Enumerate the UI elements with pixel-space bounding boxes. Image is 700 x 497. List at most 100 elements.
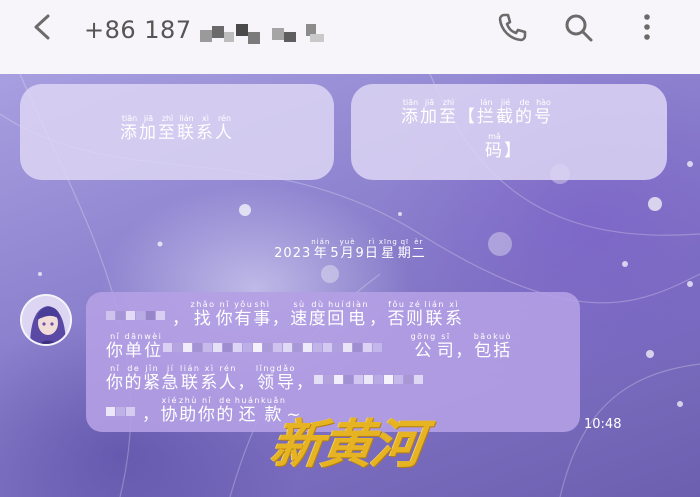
message-pinyin: fǒu [387, 300, 407, 309]
message-pinyin: wèi [144, 332, 163, 341]
message-char: 人rén [218, 364, 238, 393]
add-blocked-char: 至zhì [439, 98, 458, 127]
message-timestamp: 10:48 [584, 417, 622, 432]
message-pinyin: zé [406, 300, 425, 309]
redacted-number-mosaic [200, 22, 340, 46]
message-pinyin: shì [253, 300, 272, 309]
message-line-4: ，协xié助zhù你nǐ的de还huán款kuǎn~ [106, 396, 302, 425]
date-pinyin: nián [311, 238, 331, 246]
message-char: 有yǒu [234, 300, 254, 329]
message-char: 回huí [327, 300, 346, 329]
message-pinyin: diàn [345, 300, 370, 309]
message-char: ， [455, 341, 474, 361]
sender-avatar[interactable] [20, 294, 72, 346]
message-pinyin: dān [124, 332, 145, 341]
message-char: 的de [216, 396, 235, 425]
message-pinyin: nǐ [197, 396, 217, 405]
add-blocked-char: 】 [504, 141, 523, 161]
back-arrow-icon[interactable] [26, 10, 60, 44]
message-pinyin: lián [180, 364, 201, 373]
add-contact-pinyin: xì [196, 114, 215, 123]
search-icon[interactable] [561, 10, 595, 44]
message-char: 紧jǐn [143, 364, 162, 393]
more-vertical-icon[interactable] [630, 10, 664, 44]
add-blocked-char: 【 [458, 107, 477, 127]
add-blocked-char: 添tiān [401, 98, 420, 127]
add-contact-char: 联lián [177, 114, 196, 143]
message-line-1: ，找zhǎo你nǐ有yǒu事shì，速sù度dù回huí电diàn，否fǒu则z… [106, 300, 463, 329]
phone-number: +86 187 [84, 16, 192, 44]
date-separator: 2023年nián5月yuè9日rì星xīng期qī二èr [0, 238, 700, 261]
message-char: ， [172, 309, 191, 329]
redacted-text [106, 406, 142, 425]
add-blocked-char: 加jiā [420, 98, 439, 127]
message-char: 则zé [406, 300, 425, 329]
message-char: 公gōng [410, 332, 437, 361]
message-char: 领lǐng [255, 364, 277, 393]
redacted-text [106, 310, 172, 329]
message-pinyin: sī [436, 332, 456, 341]
add-to-blocked-numbers-button[interactable]: 添tiān加jiā至zhì【拦lán截jié的de号hào 码mǎ】 [351, 84, 667, 180]
date-char: 9 [355, 246, 365, 261]
message-char: 系xì [444, 300, 464, 329]
date-pinyin: xīng [378, 238, 398, 246]
message-char: 事shì [253, 300, 272, 329]
message-char: ， [295, 373, 315, 393]
date-char: 月yuè [339, 238, 356, 261]
message-char: ， [271, 309, 291, 329]
message-char: 系xì [200, 364, 219, 393]
message-char: 还huán [234, 396, 261, 425]
message-pinyin: dǎo [276, 364, 296, 373]
message-pinyin: jǐn [143, 364, 162, 373]
message-char: ， [369, 309, 388, 329]
date-pinyin: qī [397, 238, 412, 246]
message-line-2: 你nǐ单dān位wèi 公gōng司sī，包bāo括kuò [106, 332, 512, 361]
message-char: 速sù [290, 300, 309, 329]
add-contact-char: 添tiān [120, 114, 139, 143]
message-char: 找zhǎo [190, 300, 216, 329]
message-char: 否fǒu [387, 300, 407, 329]
add-to-contacts-label: 添tiān加jiā至zhì联lián系xì人rén [20, 114, 334, 143]
message-char: ， [142, 405, 161, 425]
add-blocked-pinyin: zhì [439, 98, 458, 107]
message-pinyin: lián [424, 300, 445, 309]
message-char: 协xié [160, 396, 179, 425]
add-contact-pinyin: zhì [158, 114, 177, 123]
add-contact-char: 系xì [196, 114, 215, 143]
add-blocked-pinyin: tiān [401, 98, 420, 107]
add-blocked-char: 拦lán [477, 98, 496, 127]
message-char: 你nǐ [106, 364, 125, 393]
add-blocked-pinyin: mǎ [485, 132, 504, 141]
add-blocked-pinyin: lán [477, 98, 496, 107]
add-blocked-pinyin: jié [496, 98, 515, 107]
message-char: 联lián [424, 300, 445, 329]
message-char: 电diàn [345, 300, 370, 329]
message-pinyin: de [124, 364, 143, 373]
add-to-blocked-label-line2: 码mǎ】 [485, 132, 523, 161]
message-line-3: 你nǐ的de紧jǐn急jí联lián系xì人rén，领lǐng导dǎo， [106, 364, 444, 393]
message-pinyin: sù [290, 300, 309, 309]
message-pinyin: xì [200, 364, 219, 373]
add-blocked-char: 的de [515, 98, 534, 127]
news-watermark-logo: 新黄河 [267, 414, 426, 475]
message-pinyin: lǐng [255, 364, 277, 373]
redacted-text [162, 342, 411, 361]
date-char: 日rì [364, 238, 379, 261]
message-char: 司sī [436, 332, 456, 361]
add-to-contacts-button[interactable]: 添tiān加jiā至zhì联lián系xì人rén [20, 84, 334, 180]
add-contact-pinyin: jiā [139, 114, 158, 123]
date-pinyin: rì [364, 238, 379, 246]
add-contact-pinyin: rén [215, 114, 234, 123]
date-pinyin: yuè [339, 238, 356, 246]
phone-icon[interactable] [495, 10, 529, 44]
message-char: 的de [124, 364, 143, 393]
message-pinyin: zhǎo [190, 300, 216, 309]
message-pinyin: bāo [473, 332, 494, 341]
add-blocked-pinyin: jiā [420, 98, 439, 107]
message-char: ， [237, 373, 256, 393]
message-char: 急jí [161, 364, 180, 393]
message-pinyin: zhù [179, 396, 198, 405]
message-char: 单dān [124, 332, 145, 361]
date-pinyin: èr [411, 238, 426, 246]
message-char: 包bāo [473, 332, 494, 361]
